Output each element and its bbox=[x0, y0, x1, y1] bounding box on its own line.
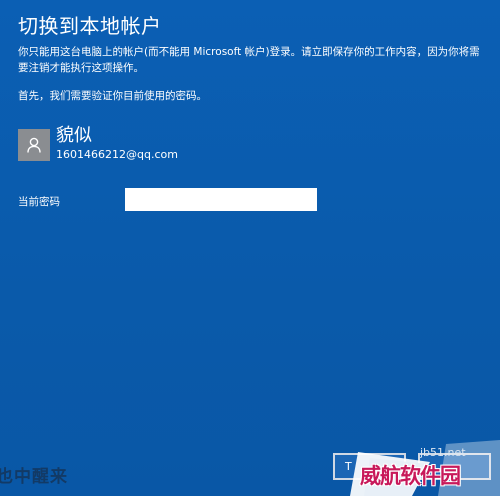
watermark-site: jb51.net bbox=[420, 446, 466, 459]
account-email: 1601466212@qq.com bbox=[56, 148, 178, 161]
current-password-label: 当前密码 bbox=[18, 196, 60, 208]
watermark-brand: 威航软件园 bbox=[360, 464, 461, 488]
watermark-left: 也中醒来 bbox=[0, 467, 68, 487]
description-text: 你只能用这台电脑上的帐户(而不能用 Microsoft 帐户)登录。请立即保存你… bbox=[18, 46, 480, 74]
user-icon bbox=[27, 137, 41, 153]
page-title: 切换到本地帐户 bbox=[18, 14, 162, 38]
account-info: 貌似 1601466212@qq.com bbox=[18, 123, 318, 163]
avatar bbox=[18, 129, 50, 161]
account-name: 貌似 bbox=[56, 125, 92, 146]
current-password-input[interactable] bbox=[125, 188, 317, 211]
switch-local-account-dialog: 切换到本地帐户 你只能用这台电脑上的帐户(而不能用 Microsoft 帐户)登… bbox=[0, 0, 500, 496]
verify-instruction: 首先，我们需要验证你目前使用的密码。 bbox=[18, 90, 207, 102]
